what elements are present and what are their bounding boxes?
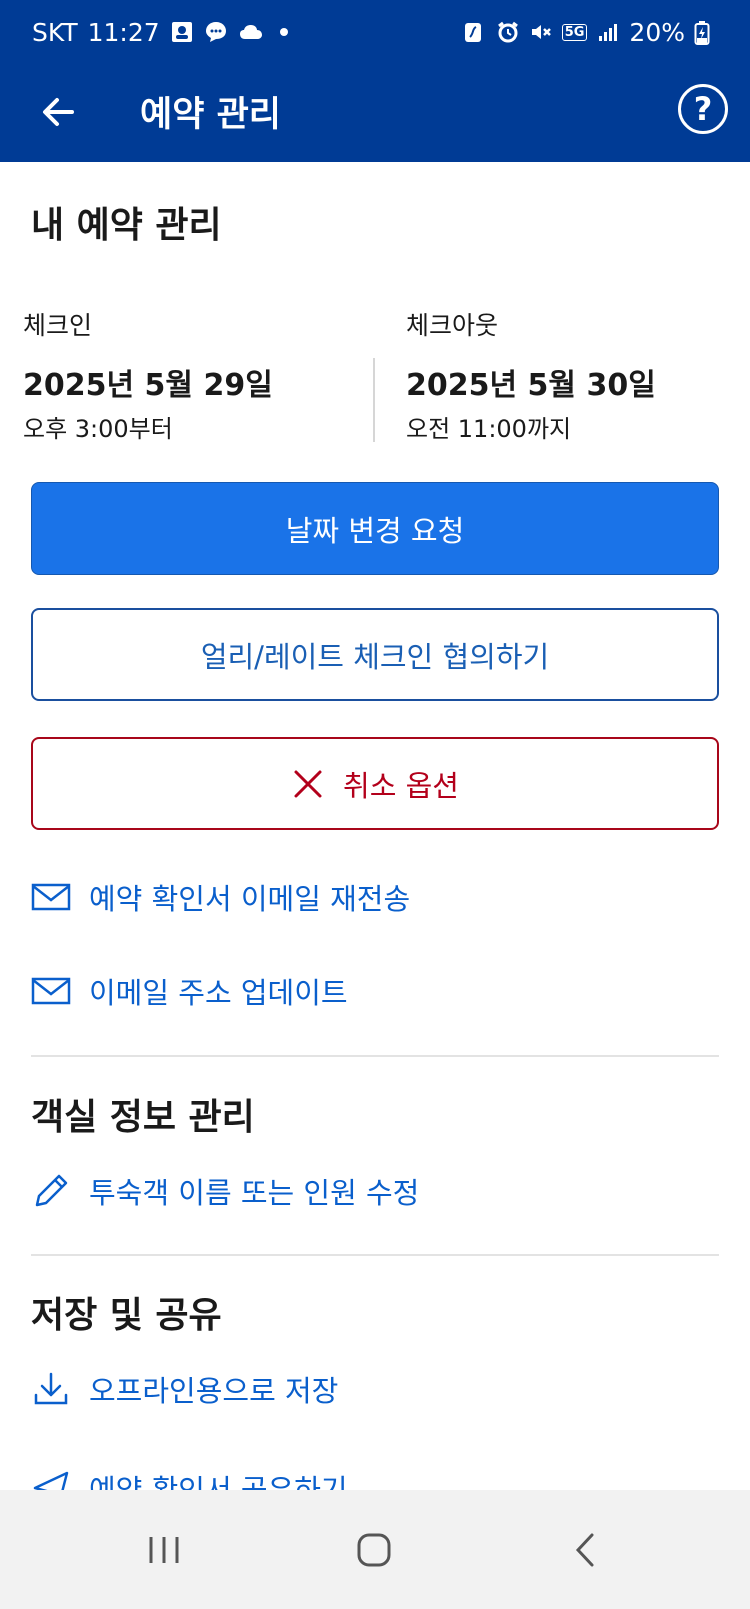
battery-percent: 20% bbox=[629, 17, 685, 47]
envelope-icon bbox=[31, 971, 71, 1011]
close-icon bbox=[294, 770, 322, 797]
checkin-label: 체크인 bbox=[23, 311, 93, 340]
contact-notification-icon bbox=[170, 20, 194, 44]
download-icon bbox=[31, 1369, 71, 1409]
section-divider bbox=[31, 1254, 719, 1256]
update-email-link[interactable]: 이메일 주소 업데이트 bbox=[31, 970, 348, 1012]
cancel-options-label: 취소 옵션 bbox=[343, 768, 459, 803]
help-button[interactable]: ? bbox=[678, 84, 728, 134]
change-dates-label: 날짜 변경 요청 bbox=[285, 513, 465, 548]
battery-charging-icon bbox=[694, 20, 718, 45]
app-bar: 예약 관리 ? bbox=[0, 64, 750, 162]
clock: 11:27 bbox=[87, 17, 160, 47]
cancel-options-button[interactable]: 취소 옵션 bbox=[31, 737, 719, 830]
pencil-icon bbox=[31, 1171, 71, 1211]
page-title: 예약 관리 bbox=[140, 95, 281, 135]
checkin-date: 2025년 5월 29일 bbox=[23, 368, 273, 403]
save-share-heading: 저장 및 공유 bbox=[31, 1295, 222, 1336]
signal-icon bbox=[596, 20, 620, 44]
checkout-label: 체크아웃 bbox=[406, 311, 499, 340]
mute-icon bbox=[529, 20, 553, 44]
alarm-icon bbox=[496, 20, 520, 44]
checkout-date: 2025년 5월 30일 bbox=[406, 368, 656, 403]
change-dates-button[interactable]: 날짜 변경 요청 bbox=[31, 482, 719, 575]
edit-guest-link[interactable]: 투숙객 이름 또는 인원 수정 bbox=[31, 1170, 419, 1212]
status-bar: SKT 11:27 5G 20% bbox=[0, 0, 750, 64]
resend-confirmation-email-label: 예약 확인서 이메일 재전송 bbox=[89, 882, 411, 916]
checkout-time: 오전 11:00까지 bbox=[406, 415, 572, 443]
home-icon bbox=[357, 1533, 391, 1567]
system-back-button[interactable] bbox=[555, 1520, 615, 1580]
update-email-label: 이메일 주소 업데이트 bbox=[89, 976, 348, 1010]
arrow-left-icon bbox=[43, 98, 74, 126]
cloud-icon bbox=[238, 20, 262, 44]
date-divider bbox=[373, 358, 375, 442]
room-info-heading: 객실 정보 관리 bbox=[31, 1097, 255, 1138]
envelope-icon bbox=[31, 877, 71, 917]
home-button[interactable] bbox=[344, 1520, 404, 1580]
message-notification-icon bbox=[204, 20, 228, 44]
edit-guest-label: 투숙객 이름 또는 인원 수정 bbox=[89, 1176, 420, 1210]
checkin-time: 오후 3:00부터 bbox=[23, 415, 173, 443]
resend-confirmation-email-link[interactable]: 예약 확인서 이메일 재전송 bbox=[31, 876, 410, 918]
early-late-checkin-button[interactable]: 얼리/레이트 체크인 협의하기 bbox=[31, 608, 719, 701]
early-late-checkin-label: 얼리/레이트 체크인 협의하기 bbox=[200, 639, 550, 674]
question-mark-icon: ? bbox=[693, 90, 713, 128]
save-offline-link[interactable]: 오프라인용으로 저장 bbox=[31, 1368, 338, 1410]
app-header-bar: SKT 11:27 5G 20% 예약 관리 ? bbox=[0, 0, 750, 162]
more-notifications-dot bbox=[279, 28, 288, 36]
section-divider bbox=[31, 1055, 719, 1057]
network-type: 5G bbox=[561, 23, 588, 41]
system-navigation-bar bbox=[0, 1490, 750, 1609]
save-offline-label: 오프라인용으로 저장 bbox=[89, 1374, 339, 1408]
nfc-icon bbox=[463, 20, 487, 44]
recent-apps-button[interactable] bbox=[134, 1520, 194, 1580]
back-button[interactable] bbox=[30, 84, 86, 140]
chevron-left-icon bbox=[575, 1533, 594, 1567]
recent-apps-icon bbox=[149, 1537, 179, 1563]
manage-booking-heading: 내 예약 관리 bbox=[31, 205, 222, 246]
carrier-label: SKT bbox=[32, 17, 78, 47]
